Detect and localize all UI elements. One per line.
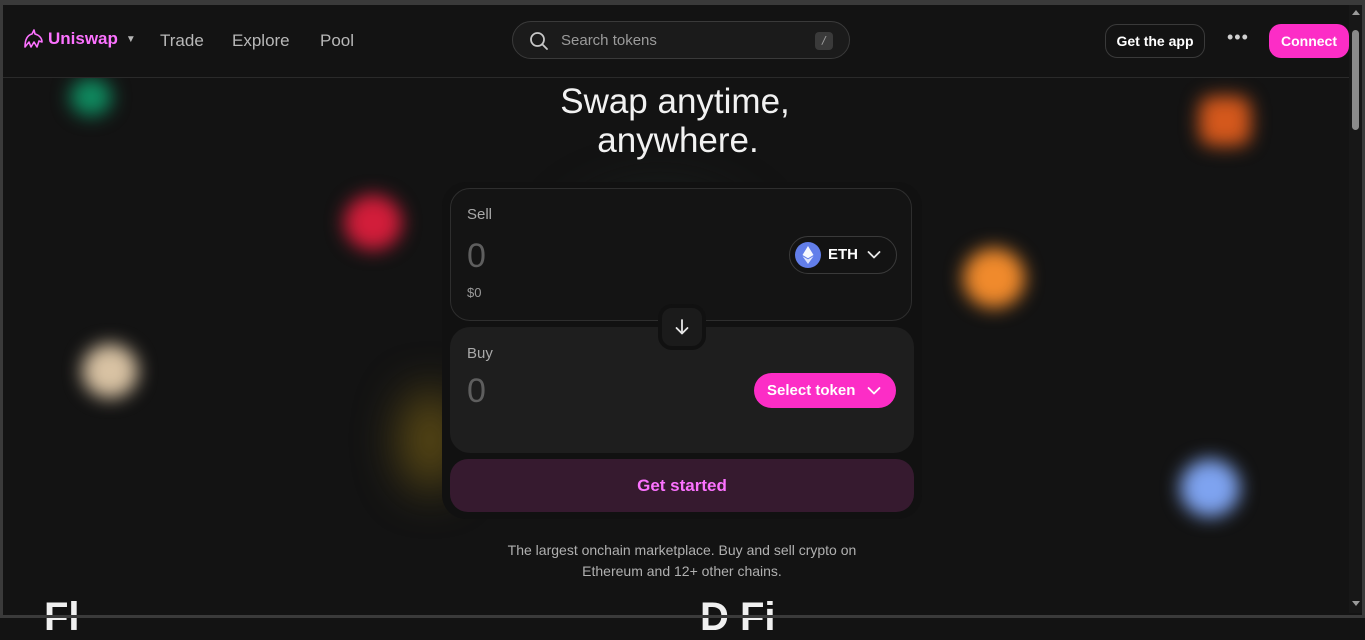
scroll-up-arrow-icon[interactable]: [1352, 10, 1360, 15]
nav-link-pool[interactable]: Pool: [320, 31, 354, 51]
sell-label: Sell: [467, 206, 493, 223]
nav-link-trade[interactable]: Trade: [160, 31, 204, 51]
flip-direction-button[interactable]: [658, 304, 706, 350]
sell-amount-input[interactable]: 0: [467, 237, 486, 276]
get-started-button[interactable]: Get started: [450, 459, 914, 512]
chevron-down-icon: [867, 251, 881, 259]
search-icon: [530, 32, 548, 50]
hero-title-line2: anywhere.: [597, 121, 759, 160]
buy-label: Buy: [467, 345, 493, 362]
search-bar[interactable]: Search tokens /: [512, 21, 850, 59]
arrow-down-icon: [675, 319, 689, 335]
buy-amount-input[interactable]: 0: [467, 372, 486, 411]
scrollbar-thumb[interactable]: [1352, 30, 1359, 130]
scroll-down-arrow-icon[interactable]: [1352, 601, 1360, 606]
sell-usd-value: $0: [467, 285, 482, 300]
search-placeholder: Search tokens: [561, 32, 657, 49]
hero-title-line1: Swap anytime,: [560, 82, 790, 121]
connect-button[interactable]: Connect: [1269, 24, 1349, 58]
chevron-down-icon: [867, 387, 881, 395]
token-blob-orange-face: [963, 248, 1025, 308]
token-blob-blue: [1180, 459, 1240, 517]
search-shortcut-key: /: [815, 32, 833, 50]
get-app-button[interactable]: Get the app: [1105, 24, 1205, 58]
select-token-label: Select token: [767, 382, 856, 399]
eth-icon: [795, 242, 821, 268]
token-blob-beige: [82, 344, 138, 398]
tagline-line2: Ethereum and 12+ other chains.: [582, 563, 782, 579]
sell-token-symbol: ETH: [828, 246, 858, 263]
brand-name: Uniswap: [48, 29, 118, 48]
nav-link-explore[interactable]: Explore: [232, 31, 290, 51]
select-token-button[interactable]: Select token: [754, 373, 896, 408]
brand-caret-icon: ▼: [125, 33, 136, 45]
sell-token-selector[interactable]: ETH: [789, 236, 897, 274]
more-menu-icon[interactable]: •••: [1227, 27, 1249, 48]
brand-menu[interactable]: Uniswap ▼: [22, 29, 136, 49]
top-nav: Uniswap ▼ Trade Explore Pool Search toke…: [3, 5, 1349, 78]
unicorn-logo-icon: [24, 29, 43, 48]
tagline-line1: The largest onchain marketplace. Buy and…: [507, 542, 857, 558]
token-blob-red: [344, 195, 402, 250]
